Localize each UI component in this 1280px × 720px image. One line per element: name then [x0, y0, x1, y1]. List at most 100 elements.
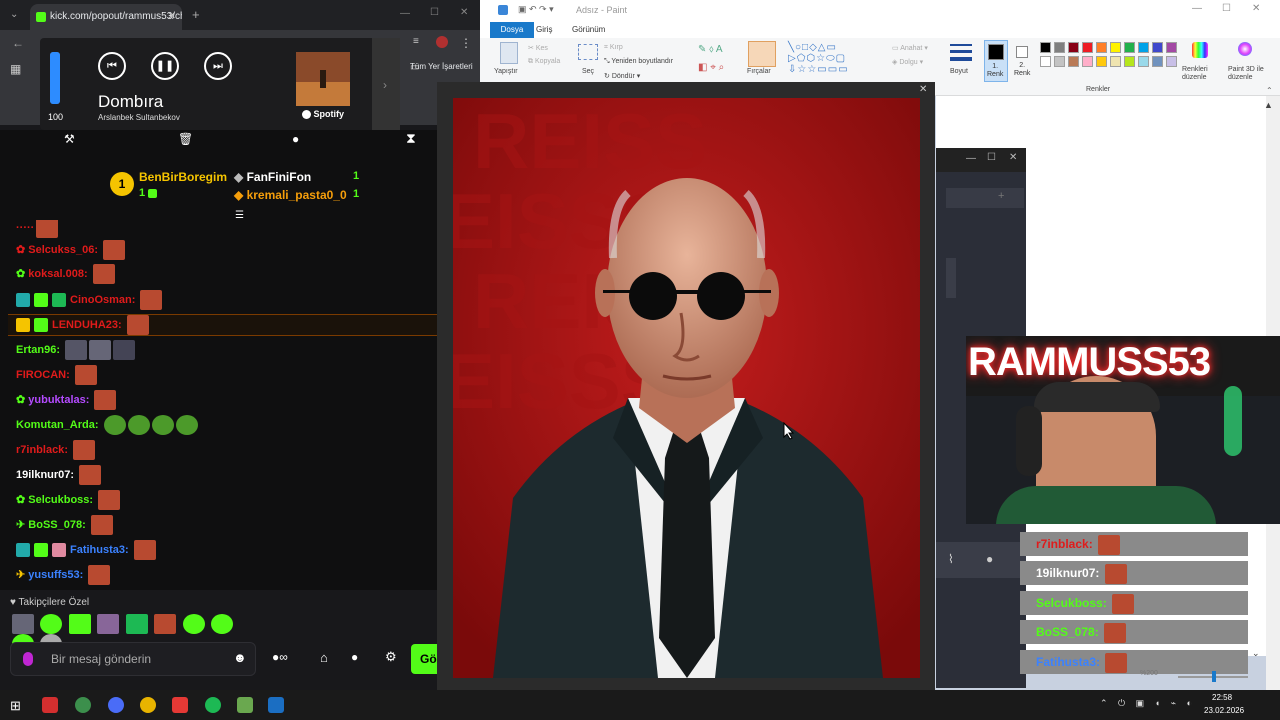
- chat-bubble-icon[interactable]: ●: [292, 132, 299, 146]
- color-swatch[interactable]: [1040, 42, 1051, 53]
- profile-avatar[interactable]: [436, 36, 448, 48]
- save-icon[interactable]: ▣ ↶ ↷ ▾: [518, 4, 554, 15]
- paint-maximize-icon[interactable]: ☐: [1222, 3, 1231, 14]
- color-swatch[interactable]: [1054, 42, 1065, 53]
- emote-icon[interactable]: [211, 614, 234, 634]
- timer-icon[interactable]: ⧗: [406, 130, 416, 147]
- scroll-up-icon[interactable]: ▲: [1264, 100, 1273, 110]
- back-icon[interactable]: ←: [12, 36, 24, 50]
- pause-icon[interactable]: ❚❚: [151, 52, 179, 80]
- paint-close-icon[interactable]: ✕: [1252, 3, 1260, 14]
- paint-minimize-icon[interactable]: —: [1192, 3, 1202, 14]
- copy-button[interactable]: ⧉ Kopyala: [528, 58, 560, 66]
- paste-button[interactable]: Yapıştır: [494, 68, 518, 75]
- chat-input[interactable]: Bir mesaj gönderin ☻: [10, 642, 256, 676]
- select-button[interactable]: Seç: [582, 68, 594, 75]
- collapse-ribbon-icon[interactable]: ⌃: [1266, 86, 1273, 95]
- obs-icon[interactable]: [75, 697, 91, 713]
- volume-slider[interactable]: [50, 52, 60, 104]
- color2-selector[interactable]: 2. Renk: [1012, 40, 1036, 82]
- emote-icon[interactable]: [125, 614, 148, 634]
- color-swatch[interactable]: [1110, 42, 1121, 53]
- chevron-right-icon[interactable]: ›: [383, 78, 387, 92]
- steam-icon[interactable]: [268, 697, 284, 713]
- paint3d-button[interactable]: Paint 3D ile düzenle: [1228, 66, 1272, 82]
- obs-close-icon[interactable]: ✕: [1009, 152, 1017, 163]
- obs-minimize-icon[interactable]: —: [966, 153, 976, 164]
- emote-icon[interactable]: [154, 614, 177, 634]
- settings-gear-icon[interactable]: ⚙: [385, 649, 397, 665]
- color-swatch[interactable]: [1054, 56, 1065, 67]
- color-palette[interactable]: [1040, 42, 1180, 70]
- brushes-button[interactable]: Fırçalar: [747, 68, 771, 75]
- app-icon[interactable]: [237, 697, 253, 713]
- emote-icon[interactable]: [97, 614, 120, 634]
- outline-button[interactable]: ▭ Anahat ▾: [892, 44, 928, 52]
- cast-icon[interactable]: ≡: [413, 36, 419, 47]
- store-icon[interactable]: ⌂: [320, 650, 328, 665]
- close-window-icon[interactable]: ✕: [460, 7, 468, 18]
- spotify-taskbar-icon[interactable]: [205, 697, 221, 713]
- menu-view[interactable]: Görünüm: [572, 25, 605, 34]
- skip-forward-icon[interactable]: ⏭: [204, 52, 232, 80]
- zoom-slider-thumb[interactable]: [1212, 671, 1216, 682]
- edit-colors-icon[interactable]: [1192, 42, 1208, 58]
- chrome-icon[interactable]: [140, 697, 156, 713]
- add-icon[interactable]: +: [998, 190, 1004, 202]
- color-swatch[interactable]: [1110, 56, 1121, 67]
- gifter-3-name[interactable]: ◆ kremali_pasta0_0: [234, 188, 347, 202]
- location-pin-icon[interactable]: ●: [986, 552, 993, 566]
- clock-time[interactable]: 22:58: [1212, 693, 1232, 702]
- size-icon[interactable]: [950, 42, 972, 64]
- top-gifter-name[interactable]: BenBirBoregim: [139, 170, 227, 184]
- crop-button[interactable]: ⌗ Kırp: [604, 44, 623, 52]
- tab-close-icon[interactable]: ✕: [168, 4, 176, 30]
- emote-icon[interactable]: [12, 614, 34, 634]
- menu-dots-icon[interactable]: ⋮: [460, 36, 472, 50]
- color-swatch[interactable]: [1082, 42, 1093, 53]
- color-swatch[interactable]: [1082, 56, 1093, 67]
- color-swatch[interactable]: [1166, 42, 1177, 53]
- youtube-icon[interactable]: [172, 697, 188, 713]
- scroll-down-icon[interactable]: ⌄: [1252, 648, 1260, 659]
- minimize-icon[interactable]: —: [400, 8, 410, 19]
- cut-button[interactable]: ✂ Kes: [528, 44, 548, 52]
- voicemeeter-icon[interactable]: [42, 697, 58, 713]
- browser-tab[interactable]: kick.com/popout/rammus53/ch ✕: [30, 4, 182, 30]
- chat-settings-bubble-icon[interactable]: ●: [351, 650, 358, 664]
- emoji-icon[interactable]: ☻: [233, 650, 247, 665]
- tab-search-icon[interactable]: ⌄: [10, 9, 18, 20]
- windows-start-icon[interactable]: ⊞: [10, 698, 21, 714]
- resize-button[interactable]: ⤡ Yeniden boyutlandır: [604, 58, 673, 66]
- menu-home[interactable]: Giriş: [536, 25, 552, 34]
- shapes-gallery[interactable]: ╲○□◇△▭ ▷⬠⬡☆⬭▢ ⇩☆☆▭▭▭: [788, 42, 849, 75]
- emote-icon[interactable]: [40, 614, 63, 634]
- select-icon[interactable]: [578, 44, 598, 60]
- apps-grid-icon[interactable]: ▦: [10, 62, 21, 76]
- fill-button[interactable]: ◈ Dolgu ▾: [892, 58, 923, 66]
- color-swatch[interactable]: [1096, 42, 1107, 53]
- infinity-icon[interactable]: ●∞: [272, 650, 288, 664]
- new-tab-icon[interactable]: +: [192, 7, 200, 22]
- viewer-close-icon[interactable]: ✕: [919, 84, 927, 95]
- color1-selector[interactable]: 1. Renk: [984, 40, 1008, 82]
- pencil-icon[interactable]: ✎ ⬨ A: [698, 44, 723, 55]
- color-swatch[interactable]: [1166, 56, 1177, 67]
- color-swatch[interactable]: [1068, 56, 1079, 67]
- color-swatch[interactable]: [1152, 42, 1163, 53]
- system-tray-icons[interactable]: ⌃ ⏻ ▣ ◖ ⌁ ◐: [1100, 698, 1196, 709]
- edit-colors-button[interactable]: Renkleri düzenle: [1182, 66, 1216, 82]
- color-swatch[interactable]: [1124, 56, 1135, 67]
- obs-dialog-field[interactable]: [946, 188, 1024, 208]
- skip-back-icon[interactable]: ⏮: [98, 52, 126, 80]
- emote-icon[interactable]: [68, 614, 91, 634]
- paste-icon[interactable]: [500, 42, 518, 64]
- rotate-button[interactable]: ↻ Döndür ▾: [604, 72, 640, 80]
- paint3d-icon[interactable]: [1238, 42, 1252, 56]
- app-icon[interactable]: [108, 697, 124, 713]
- color-swatch[interactable]: [1096, 56, 1107, 67]
- color-swatch[interactable]: [1124, 42, 1135, 53]
- clock-date[interactable]: 23.02.2026: [1204, 706, 1244, 715]
- size-button[interactable]: Boyut: [950, 68, 968, 75]
- color-swatch[interactable]: [1068, 42, 1079, 53]
